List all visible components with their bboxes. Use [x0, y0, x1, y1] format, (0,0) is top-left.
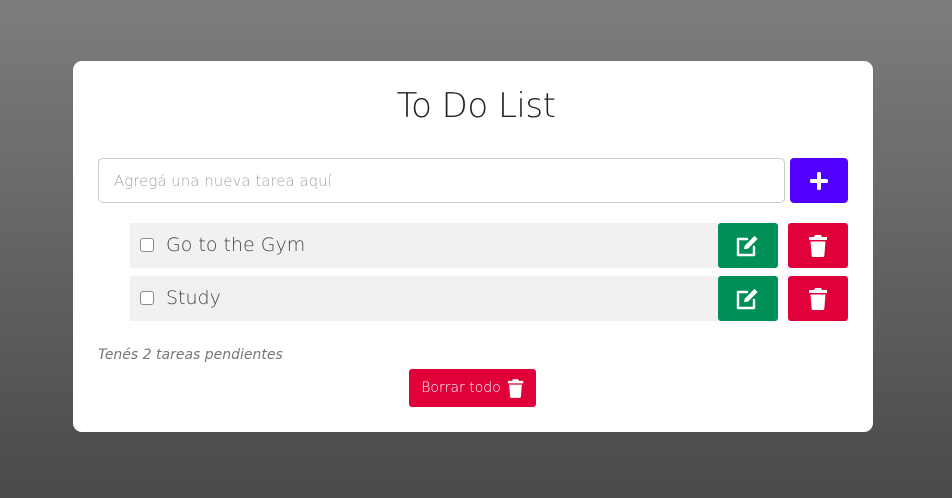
trash-icon: [809, 287, 827, 310]
new-task-input[interactable]: [98, 158, 785, 203]
task-body: Study: [130, 276, 718, 321]
delete-task-button[interactable]: [788, 276, 848, 321]
clear-all-label: Borrar todo: [421, 380, 501, 396]
task-label: Study: [166, 287, 221, 309]
task-checkbox[interactable]: [140, 291, 154, 305]
clear-all-button[interactable]: Borrar todo: [409, 369, 536, 407]
task-item: Study: [130, 276, 848, 321]
add-task-button[interactable]: [790, 158, 848, 203]
pending-count-text: Tenés 2 tareas pendientes: [98, 347, 283, 363]
trash-icon: [809, 234, 827, 257]
task-checkbox[interactable]: [140, 238, 154, 252]
task-body: Go to the Gym: [130, 223, 718, 268]
edit-task-button[interactable]: [718, 223, 778, 268]
edit-icon: [736, 288, 758, 309]
task-label: Go to the Gym: [166, 234, 306, 256]
page-title: To Do List: [396, 86, 556, 126]
edit-task-button[interactable]: [718, 276, 778, 321]
plus-icon: [810, 171, 828, 190]
edit-icon: [736, 235, 758, 256]
task-item: Go to the Gym: [130, 223, 848, 268]
delete-task-button[interactable]: [788, 223, 848, 268]
trash-icon: [507, 378, 523, 398]
